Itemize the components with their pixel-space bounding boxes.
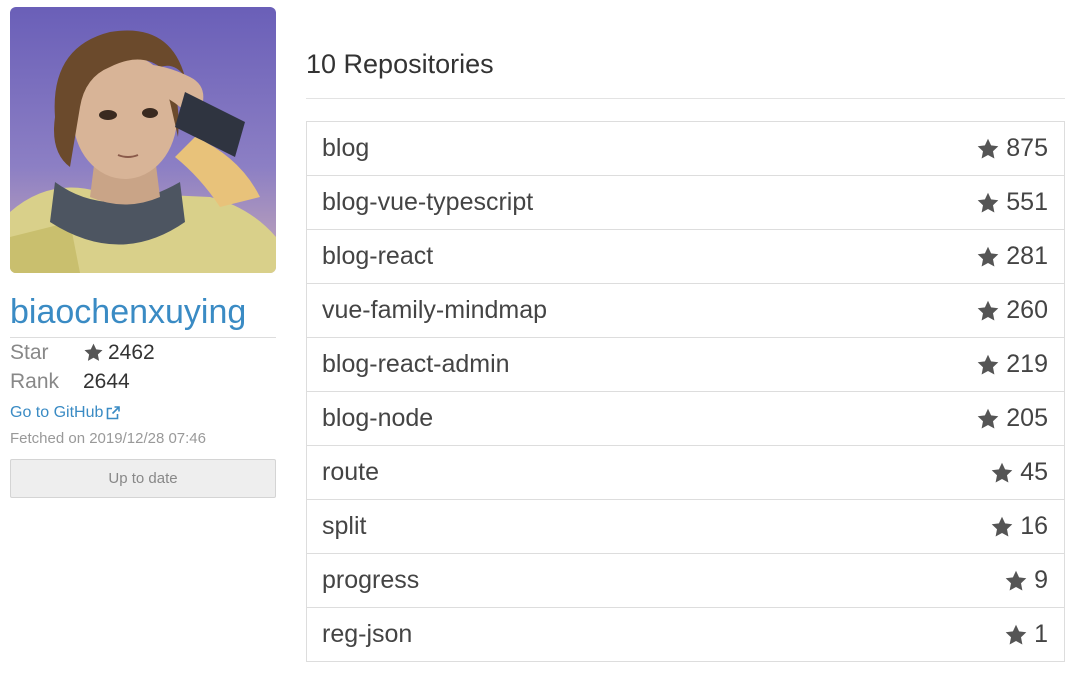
star-icon bbox=[991, 516, 1013, 536]
repo-star-count: 205 bbox=[1006, 404, 1048, 432]
star-icon bbox=[991, 462, 1013, 482]
repo-name: progress bbox=[322, 566, 420, 594]
star-icon bbox=[84, 343, 103, 361]
rank-stat: Rank 2644 bbox=[10, 367, 276, 396]
list-item[interactable]: blog 875 bbox=[307, 122, 1064, 176]
repo-name: blog-react bbox=[322, 242, 434, 270]
star-icon bbox=[977, 138, 999, 158]
repo-stars: 16 bbox=[990, 512, 1048, 541]
repositories-panel: 10 Repositories blog 875 blog-vue-typesc… bbox=[306, 40, 1065, 662]
star-icon bbox=[977, 300, 999, 320]
repo-stars: 219 bbox=[976, 350, 1048, 379]
star-total: 2462 bbox=[83, 341, 155, 365]
repo-name: route bbox=[322, 458, 379, 486]
star-icon bbox=[977, 192, 999, 212]
repo-stars: 1 bbox=[1004, 620, 1048, 649]
repo-star-count: 551 bbox=[1006, 188, 1048, 216]
star-value: 2462 bbox=[108, 340, 155, 364]
list-item[interactable]: blog-node 205 bbox=[307, 392, 1064, 446]
repo-star-count: 219 bbox=[1006, 350, 1048, 378]
repository-list: blog 875 blog-vue-typescript 551 blog-re… bbox=[306, 121, 1065, 662]
repo-star-count: 9 bbox=[1034, 566, 1048, 594]
star-icon bbox=[977, 246, 999, 266]
list-item[interactable]: blog-react 281 bbox=[307, 230, 1064, 284]
list-item[interactable]: progress 9 bbox=[307, 554, 1064, 608]
repo-star-count: 1 bbox=[1034, 620, 1048, 648]
github-link[interactable]: Go to GitHub bbox=[10, 404, 121, 422]
fetched-timestamp: Fetched on 2019/12/28 07:46 bbox=[10, 430, 206, 447]
star-icon bbox=[977, 354, 999, 374]
external-link-icon bbox=[107, 406, 121, 420]
star-icon bbox=[1005, 570, 1027, 590]
repositories-title: 10 Repositories bbox=[306, 49, 494, 79]
repo-star-count: 875 bbox=[1006, 134, 1048, 162]
repo-name: blog-vue-typescript bbox=[322, 188, 534, 216]
repo-star-count: 45 bbox=[1020, 458, 1048, 486]
repo-stars: 260 bbox=[976, 296, 1048, 325]
repo-star-count: 260 bbox=[1006, 296, 1048, 324]
list-item[interactable]: blog-react-admin 219 bbox=[307, 338, 1064, 392]
rank-label: Rank bbox=[10, 369, 60, 393]
repo-stars: 875 bbox=[976, 134, 1048, 163]
github-link-label: Go to GitHub bbox=[10, 404, 104, 421]
repo-name: blog-node bbox=[322, 404, 434, 432]
repo-name: vue-family-mindmap bbox=[322, 296, 548, 324]
repo-star-count: 16 bbox=[1020, 512, 1048, 540]
rank-value: 2644 bbox=[83, 369, 130, 393]
star-stat: Star 2462 bbox=[10, 338, 276, 367]
username-link[interactable]: biaochenxuying bbox=[10, 291, 276, 333]
page: biaochenxuying Star 2462 Rank 2644 Go to… bbox=[0, 0, 1080, 685]
list-item[interactable]: route 45 bbox=[307, 446, 1064, 500]
divider bbox=[306, 98, 1065, 99]
repo-stars: 281 bbox=[976, 242, 1048, 271]
star-icon bbox=[1005, 624, 1027, 644]
repo-stars: 205 bbox=[976, 404, 1048, 433]
repo-name: blog bbox=[322, 134, 370, 162]
repo-name: reg-json bbox=[322, 620, 413, 648]
list-item[interactable]: vue-family-mindmap 260 bbox=[307, 284, 1064, 338]
list-item[interactable]: reg-json 1 bbox=[307, 608, 1064, 661]
profile-panel: biaochenxuying Star 2462 Rank 2644 Go to… bbox=[10, 7, 276, 498]
repo-star-count: 281 bbox=[1006, 242, 1048, 270]
repo-stars: 9 bbox=[1004, 566, 1048, 595]
repo-stars: 551 bbox=[976, 188, 1048, 217]
repo-stars: 45 bbox=[990, 458, 1048, 487]
repo-name: blog-react-admin bbox=[322, 350, 510, 378]
star-label: Star bbox=[10, 340, 49, 364]
avatar bbox=[10, 7, 276, 273]
repo-name: split bbox=[322, 512, 367, 540]
list-item[interactable]: blog-vue-typescript 551 bbox=[307, 176, 1064, 230]
star-icon bbox=[977, 408, 999, 428]
up-to-date-button[interactable]: Up to date bbox=[10, 459, 276, 498]
list-item[interactable]: split 16 bbox=[307, 500, 1064, 554]
